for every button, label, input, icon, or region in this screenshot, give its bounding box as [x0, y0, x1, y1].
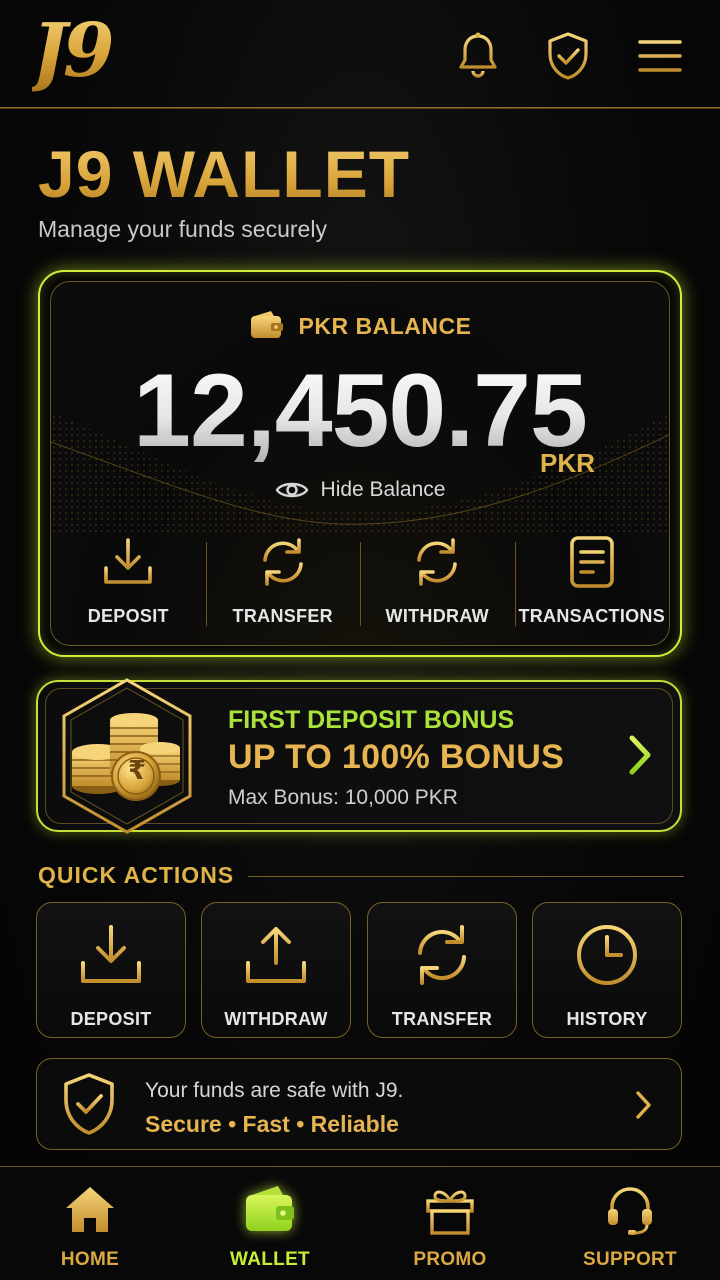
transfer-action[interactable]: TRANSFER [205, 534, 361, 634]
bottom-navigation: HOME WALLET PROMO SUPPORT [0, 1166, 720, 1280]
quick-history-button[interactable]: HISTORY [532, 902, 682, 1038]
chevron-right-icon [636, 1091, 651, 1119]
shield-check-icon [64, 1073, 114, 1135]
balance-actions: DEPOSIT TRANSFER WITHDRAW TRANSACTIONS [51, 534, 669, 634]
balance-card: PKR BALANCE 12,450.75 PKR Hide Balance D… [38, 270, 682, 657]
bell-icon [459, 32, 497, 78]
page-title: J9 WALLET [38, 137, 411, 211]
shield-check-icon [548, 32, 588, 80]
quick-actions-divider [248, 876, 684, 877]
menu-button[interactable] [634, 28, 686, 84]
safety-message: Your funds are safe with J9. [145, 1079, 404, 1102]
balance-currency: PKR [540, 448, 595, 478]
withdraw-action-label: WITHDRAW [385, 606, 489, 626]
nav-home[interactable]: HOME [0, 1167, 180, 1280]
nav-support[interactable]: SUPPORT [540, 1167, 720, 1280]
nav-support-label: SUPPORT [583, 1249, 677, 1270]
withdraw-action[interactable]: WITHDRAW [360, 534, 515, 634]
deposit-action-label: DEPOSIT [87, 606, 169, 626]
clock-icon [577, 925, 637, 985]
download-icon [104, 538, 153, 584]
nav-wallet-label: WALLET [230, 1249, 310, 1270]
bonus-detail: Max Bonus: 10,000 PKR [228, 786, 458, 809]
refresh-icon [417, 538, 458, 586]
nav-wallet[interactable]: WALLET [180, 1167, 360, 1280]
refresh-icon [262, 538, 303, 586]
quick-withdraw-button[interactable]: WITHDRAW [201, 902, 351, 1038]
quick-history-label: HISTORY [566, 1009, 648, 1029]
balance-label: PKR BALANCE [51, 310, 669, 342]
app-header: J9 [0, 0, 720, 108]
nav-promo[interactable]: PROMO [360, 1167, 540, 1280]
wallet-icon [250, 311, 283, 338]
menu-icon [638, 40, 682, 72]
j9-logo[interactable]: J9 [32, 8, 114, 94]
quick-transfer-label: TRANSFER [391, 1009, 493, 1029]
nav-home-label: HOME [60, 1249, 120, 1270]
quick-transfer-button[interactable]: TRANSFER [367, 902, 517, 1038]
funds-safety-banner[interactable]: Your funds are safe with J9. Secure • Fa… [36, 1058, 682, 1150]
download-icon [81, 925, 141, 983]
gift-icon [426, 1190, 474, 1235]
headset-icon [608, 1187, 652, 1235]
eye-icon [275, 482, 308, 498]
deposit-action[interactable]: DEPOSIT [51, 534, 206, 634]
chevron-right-icon [629, 735, 651, 775]
page-subtitle: Manage your funds securely [38, 216, 327, 242]
transactions-action[interactable]: TRANSACTIONS [514, 534, 670, 634]
safety-tagline: Secure • Fast • Reliable [145, 1111, 399, 1137]
refresh-icon [418, 925, 466, 985]
bonus-title: FIRST DEPOSIT BONUS [228, 706, 515, 734]
security-button[interactable] [542, 28, 594, 84]
home-icon [66, 1187, 114, 1232]
bonus-headline: UP TO 100% BONUS [228, 738, 565, 776]
transfer-action-label: TRANSFER [232, 606, 333, 626]
notifications-button[interactable] [452, 28, 504, 84]
upload-icon [246, 927, 306, 983]
quick-deposit-label: DEPOSIT [70, 1009, 152, 1029]
wallet-icon [246, 1186, 294, 1231]
quick-actions-heading: QUICK ACTIONS [38, 862, 235, 888]
document-icon [569, 536, 614, 588]
balance-label-text: PKR BALANCE [298, 312, 472, 339]
first-deposit-bonus-banner[interactable]: ₹ FIRST DEPOSIT BONUS UP TO 100% BONUS M… [36, 678, 682, 834]
balance-card-inner: PKR BALANCE 12,450.75 PKR Hide Balance D… [50, 281, 670, 646]
hide-balance-label: Hide Balance [320, 478, 446, 501]
nav-promo-label: PROMO [413, 1249, 487, 1270]
coin-rupee-symbol: ₹ [127, 756, 147, 786]
transactions-action-label: TRANSACTIONS [518, 606, 666, 626]
quick-deposit-button[interactable]: DEPOSIT [36, 902, 186, 1038]
hide-balance-toggle[interactable]: Hide Balance [51, 478, 669, 502]
quick-withdraw-label: WITHDRAW [224, 1009, 328, 1029]
